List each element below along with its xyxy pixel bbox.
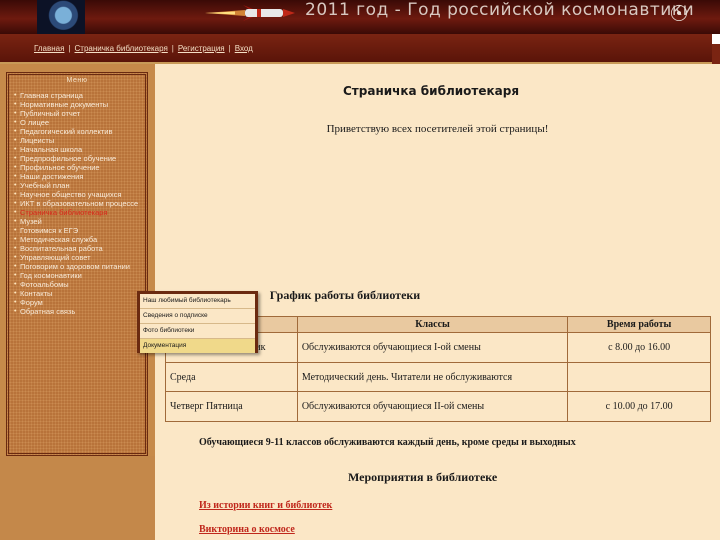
menu-item[interactable]: Поговорим о здоровом питании (14, 262, 142, 271)
nav-separator: | (171, 44, 174, 53)
menu-item[interactable]: Педагогический коллектив (14, 127, 142, 136)
astronaut-icon: ☉ (669, 1, 689, 26)
header-classes: Классы (296, 316, 569, 333)
menu-item[interactable]: Учебный план (14, 181, 142, 190)
students-note: Обучающиеся 9-11 классов обслуживаются к… (199, 437, 576, 448)
menu-item[interactable]: Публичный отчет (14, 109, 142, 118)
earth-logo[interactable] (37, 0, 85, 34)
menu-item[interactable]: Контакты (14, 289, 142, 298)
menu-item[interactable]: Музей (14, 217, 142, 226)
submenu-item-favorite-librarian[interactable]: Наш любимый библиотекарь (140, 294, 255, 308)
menu-item[interactable]: ИКТ в образовательном процессе (14, 199, 142, 208)
rocket-icon (205, 5, 295, 21)
menu-item[interactable]: Нормативные документы (14, 100, 142, 109)
menu-title: Меню (66, 77, 88, 84)
events-title: Мероприятия в библиотеке (348, 470, 498, 484)
menu-item[interactable]: Предпрофильное обучение (14, 154, 142, 163)
submenu-item-documentation[interactable]: Документация (140, 339, 255, 353)
cell-days: Четверг Пятница (165, 391, 298, 422)
menu-item[interactable]: Лицеисты (14, 136, 142, 145)
menu-item[interactable]: Наши достижения (14, 172, 142, 181)
page-title: Страничка библиотекаря (343, 84, 520, 98)
submenu-item-photos[interactable]: Фото библиотеки (140, 324, 255, 338)
cell-classes: Методический день. Читатели не обслужива… (296, 362, 569, 392)
menu-item[interactable]: О лицее (14, 118, 142, 127)
nav-separator: | (228, 44, 231, 53)
nav-home-link[interactable]: Главная (34, 44, 64, 53)
nav-librarian-link[interactable]: Страничка библиотекаря (75, 44, 168, 53)
cell-time (567, 362, 711, 392)
menu-item[interactable]: Управляющий совет (14, 253, 142, 262)
nav-register-link[interactable]: Регистрация (178, 44, 225, 53)
cell-time: с 10.00 до 17.00 (567, 391, 711, 422)
menu-list: Главная страницаНормативные документыПуб… (14, 91, 142, 316)
menu-item[interactable]: Год космонавтики (14, 271, 142, 280)
cell-classes: Обслуживаются обучающиеся I-ой смены (296, 332, 569, 363)
menu-item[interactable]: Готовимся к ЕГЭ (14, 226, 142, 235)
librarian-submenu: Наш любимый библиотекарь Сведения о подп… (137, 291, 258, 353)
nav-login-link[interactable]: Вход (235, 44, 253, 53)
header-time: Время работы (567, 316, 711, 333)
sidebar: Меню Главная страницаНормативные докумен… (0, 64, 155, 540)
menu-item[interactable]: Начальная школа (14, 145, 142, 154)
menu-item[interactable]: Страничка библиотекаря (14, 208, 142, 217)
banner-title: 2011 год - Год российской космонавтики (305, 0, 695, 20)
submenu-item-subscription[interactable]: Сведения о подписке (140, 309, 255, 323)
cell-time: с 8.00 до 16.00 (567, 332, 711, 363)
welcome-text: Приветствую всех посетителей этой страни… (326, 123, 549, 135)
menu-item[interactable]: Фотоальбомы (14, 280, 142, 289)
top-nav: Главная | Страничка библиотекаря | Регистрац… (0, 34, 712, 64)
menu-item[interactable]: Обратная связь (14, 307, 142, 316)
menu-item[interactable]: Воспитательная работа (14, 244, 142, 253)
menu-item[interactable]: Профильное обучение (14, 163, 142, 172)
site-banner: 2011 год - Год российской космонавтики ☉ (0, 0, 720, 34)
event-link-book-history[interactable]: Из истории книг и библиотек (199, 500, 332, 511)
menu-frame: Меню Главная страницаНормативные докумен… (6, 72, 148, 456)
table-row: Четверг Пятница Обслуживаются обучающиес… (165, 391, 711, 422)
menu-item[interactable]: Главная страница (14, 91, 142, 100)
sidebar-footer (0, 456, 155, 540)
nav-separator: | (68, 44, 71, 53)
event-link-space-quiz[interactable]: Викторина о космосе (199, 524, 295, 535)
menu-item[interactable]: Научное общество учащихся (14, 190, 142, 199)
menu-item[interactable]: Методическая служба (14, 235, 142, 244)
cell-days: Среда (165, 362, 298, 392)
cell-classes: Обслуживаются обучающиеся II-ой смены (296, 391, 569, 422)
table-row: Среда Методический день. Читатели не обс… (165, 362, 711, 392)
menu-item[interactable]: Форум (14, 298, 142, 307)
